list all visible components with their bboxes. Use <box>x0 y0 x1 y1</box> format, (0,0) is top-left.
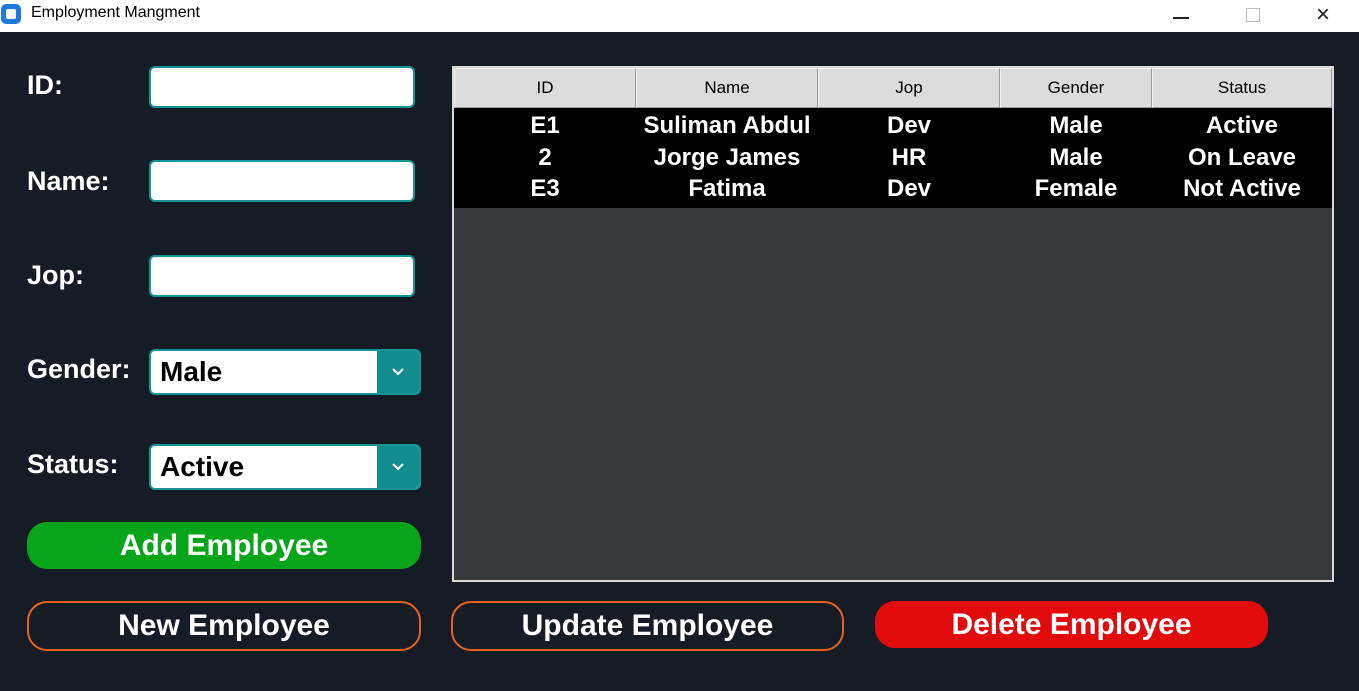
column-header-jop[interactable]: Jop <box>818 68 1000 108</box>
table-header: ID Name Jop Gender Status <box>454 68 1332 108</box>
name-input[interactable] <box>149 160 415 202</box>
chevron-down-icon <box>392 463 404 471</box>
table-cell: HR <box>891 143 927 171</box>
id-label: ID: <box>27 70 63 100</box>
table-cell: 2 <box>538 143 552 171</box>
table-row[interactable]: E1 Suliman Abdul Dev Male Active <box>454 110 1332 142</box>
table-cell: Fatima <box>688 175 766 202</box>
jop-label: Jop: <box>27 260 84 290</box>
table-cell: Suliman Abdul <box>643 112 811 139</box>
minimize-button[interactable] <box>1158 0 1204 30</box>
name-label: Name: <box>27 166 110 196</box>
table-cell: Male <box>1049 143 1103 171</box>
column-header-gender[interactable]: Gender <box>1000 68 1152 108</box>
status-dropdown-button[interactable] <box>377 446 419 488</box>
table-cell: Jorge James <box>653 143 801 171</box>
table-row[interactable]: E3 Fatima Dev Female Not Active <box>454 173 1332 205</box>
column-header-id[interactable]: ID <box>454 68 636 108</box>
table-cell: Dev <box>886 112 932 139</box>
title-bar: Employment Mangment × <box>0 0 1359 32</box>
close-button[interactable]: × <box>1300 0 1346 30</box>
gender-dropdown-button[interactable] <box>377 351 419 393</box>
maximize-icon <box>1246 8 1260 22</box>
gender-value: Male <box>160 356 223 387</box>
maximize-button[interactable] <box>1230 0 1276 30</box>
add-employee-button[interactable]: Add Employee <box>27 522 421 569</box>
table-body: E1 Suliman Abdul Dev Male Active 2 Jorge… <box>454 108 1332 208</box>
column-header-status[interactable]: Status <box>1152 68 1332 108</box>
table-cell: E1 <box>530 112 560 139</box>
table-cell: Active <box>1205 112 1279 139</box>
delete-employee-button[interactable]: Delete Employee <box>875 601 1268 648</box>
table-cell: Male <box>1049 112 1103 139</box>
app-icon <box>1 4 21 24</box>
table-cell: Female <box>1034 175 1118 202</box>
window-title: Employment Mangment <box>31 4 200 21</box>
table-cell: On Leave <box>1187 143 1297 171</box>
table-cell: Dev <box>886 175 932 202</box>
table-row[interactable]: 2 Jorge James HR Male On Leave <box>454 142 1332 174</box>
chevron-down-icon <box>392 368 404 376</box>
column-header-name[interactable]: Name <box>636 68 818 108</box>
minimize-icon <box>1173 17 1189 19</box>
table-cell: Not Active <box>1183 175 1301 202</box>
employee-table[interactable]: ID Name Jop Gender Status E1 Suliman Abd… <box>452 66 1334 582</box>
close-icon: × <box>1315 1 1330 28</box>
gender-select[interactable]: Male <box>149 349 421 395</box>
status-label: Status: <box>27 449 119 479</box>
table-cell: E3 <box>530 175 560 202</box>
status-select[interactable]: Active <box>149 444 421 490</box>
status-value: Active <box>160 451 245 482</box>
id-input[interactable] <box>149 66 415 108</box>
new-employee-button[interactable]: New Employee <box>27 601 421 651</box>
update-employee-button[interactable]: Update Employee <box>451 601 844 651</box>
jop-input[interactable] <box>149 255 415 297</box>
gender-label: Gender: <box>27 354 131 384</box>
